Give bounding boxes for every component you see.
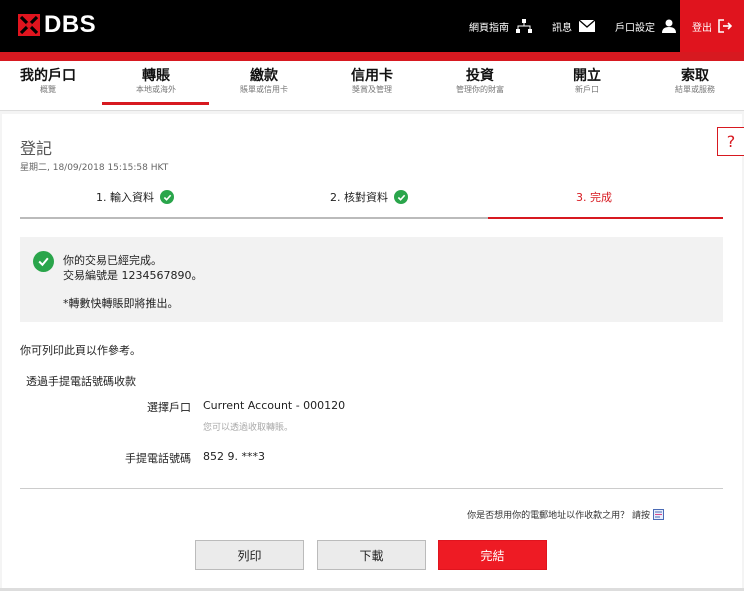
nav-sublabel: 新戶口 <box>575 85 599 94</box>
dbs-logo[interactable]: DBS <box>18 11 96 39</box>
nav-item-transfer[interactable]: 轉賬 本地或海外 <box>122 67 190 95</box>
nav-item-payment[interactable]: 繳款 賬單或信用卡 <box>230 67 298 95</box>
download-button[interactable]: 下載 <box>317 540 426 570</box>
account-settings-label: 戶口設定 <box>615 22 655 34</box>
check-icon <box>160 190 174 204</box>
account-value: Current Account - 000120 <box>203 399 346 412</box>
logout-button[interactable]: 登出 <box>680 0 744 52</box>
step-label: 3. 完成 <box>576 191 612 204</box>
nav-sublabel: 概覽 <box>40 85 56 94</box>
logo-text: DBS <box>44 11 97 38</box>
print-button[interactable]: 列印 <box>195 540 304 570</box>
step-label: 2. 核對資料 <box>330 191 388 204</box>
site-guide-link[interactable]: 網頁指南 <box>469 19 532 34</box>
step-2: 2. 核對資料 <box>330 189 408 205</box>
nav-item-open-account[interactable]: 開立 新戶口 <box>563 67 611 95</box>
logout-label: 登出 <box>692 22 712 34</box>
transaction-reference: 交易編號是 1234567890。 <box>63 269 203 282</box>
top-bar: DBS 網頁指南 訊息 戶口設定 登出 <box>0 0 744 52</box>
email-registration-link-icon[interactable] <box>653 509 664 520</box>
nav-sublabel: 管理你的財富 <box>456 85 504 94</box>
dbs-logo-mark-icon <box>18 14 40 36</box>
user-icon <box>662 19 676 33</box>
section-divider <box>20 488 723 489</box>
nav-label: 開立 <box>573 68 601 84</box>
account-settings-link[interactable]: 戶口設定 <box>615 19 676 34</box>
nav-item-invest[interactable]: 投資 管理你的財富 <box>448 67 512 95</box>
nav-sublabel: 賬單或信用卡 <box>240 85 288 94</box>
step-1: 1. 輸入資料 <box>96 189 174 205</box>
nav-label: 索取 <box>681 68 709 84</box>
success-check-icon <box>33 251 54 272</box>
section-title: 透過手提電話號碼收款 <box>26 375 136 388</box>
messages-label: 訊息 <box>552 22 572 34</box>
nav-sublabel: 獎賞及管理 <box>352 85 392 94</box>
progress-steps: 1. 輸入資料 2. 核對資料 3. 完成 <box>20 183 723 219</box>
progress-track <box>20 217 488 219</box>
step-label: 1. 輸入資料 <box>96 191 154 204</box>
check-icon <box>394 190 408 204</box>
fps-note: *轉數快轉賬即將推出。 <box>63 297 179 310</box>
page-datetime: 星期二, 18/09/2018 15:15:58 HKT <box>20 163 169 173</box>
nav-item-request[interactable]: 索取 結單或服務 <box>664 67 726 95</box>
step-3: 3. 完成 <box>576 189 612 205</box>
mail-icon <box>579 20 595 32</box>
help-button[interactable]: ? <box>717 127 744 156</box>
nav-active-indicator <box>102 102 209 105</box>
nav-sublabel: 結單或服務 <box>675 85 715 94</box>
nav-label: 繳款 <box>250 68 278 84</box>
account-label: 選擇戶口 <box>147 401 191 414</box>
site-guide-label: 網頁指南 <box>469 22 509 34</box>
print-note: 你可列印此頁以作參考。 <box>20 344 141 357</box>
logout-icon <box>718 19 732 33</box>
messages-link[interactable]: 訊息 <box>552 19 595 34</box>
progress-current-indicator <box>488 217 723 219</box>
phone-value: 852 9. ***3 <box>203 450 265 463</box>
account-hint: 您可以透過收取轉賬。 <box>203 423 294 433</box>
nav-item-my-accounts[interactable]: 我的戶口 概覽 <box>18 67 78 95</box>
email-question: 你是否想用你的電郵地址以作收款之用？ 請按 <box>0 508 664 521</box>
nav-label: 投資 <box>466 68 494 84</box>
success-text: 你的交易已經完成。 <box>63 254 162 267</box>
main-nav: 我的戶口 概覽 轉賬 本地或海外 繳款 賬單或信用卡 信用卡 獎賞及管理 投資 … <box>0 61 744 111</box>
nav-item-credit-card[interactable]: 信用卡 獎賞及管理 <box>340 67 404 95</box>
sitemap-icon <box>516 19 532 33</box>
page-title: 登記 <box>20 139 53 158</box>
success-message-box: 你的交易已經完成。 交易編號是 1234567890。 *轉數快轉賬即將推出。 <box>20 237 723 322</box>
nav-label: 信用卡 <box>351 68 393 84</box>
nav-label: 我的戶口 <box>20 68 76 84</box>
header-accent-strip <box>0 52 744 61</box>
finish-button[interactable]: 完結 <box>438 540 547 570</box>
email-question-text: 你是否想用你的電郵地址以作收款之用？ 請按 <box>467 511 650 521</box>
nav-label: 轉賬 <box>142 68 170 84</box>
nav-sublabel: 本地或海外 <box>136 85 176 94</box>
phone-label: 手提電話號碼 <box>125 452 191 465</box>
